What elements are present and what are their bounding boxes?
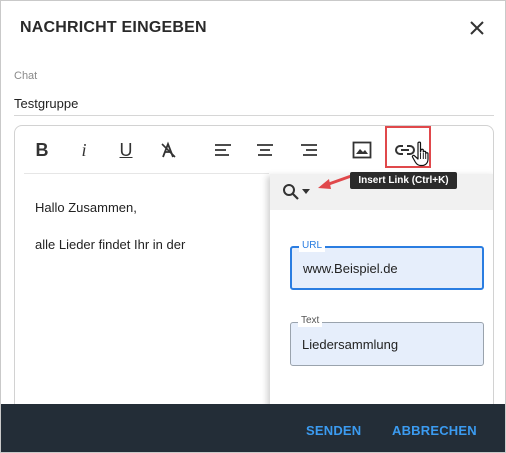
- clear-format-button[interactable]: [154, 136, 182, 164]
- clear-format-icon: [161, 141, 176, 158]
- url-input[interactable]: [303, 248, 473, 288]
- chevron-down-icon: [302, 189, 310, 194]
- dialog-title: NACHRICHT EINGEBEN: [20, 19, 207, 36]
- chat-select[interactable]: Testgruppe: [14, 96, 78, 111]
- editor-text-line-2: alle Lieder findet Ihr in der: [35, 237, 186, 252]
- close-icon: [470, 21, 484, 35]
- dialog-footer: SENDEN ABBRECHEN: [1, 404, 505, 452]
- chat-underline: [14, 115, 494, 116]
- message-dialog: NACHRICHT EINGEBEN Chat Testgruppe B i U: [0, 0, 506, 453]
- message-editor[interactable]: B i U Hallo Zusammen, alle Lieder findet…: [14, 125, 494, 425]
- text-field[interactable]: Text: [290, 315, 484, 366]
- search-dropdown-button[interactable]: [282, 180, 316, 204]
- editor-text-line-1: Hallo Zusammen,: [35, 200, 137, 215]
- align-center-button[interactable]: [251, 136, 279, 164]
- image-icon: [352, 141, 372, 159]
- url-field[interactable]: URL: [290, 240, 484, 290]
- bold-button[interactable]: B: [28, 136, 56, 164]
- chat-label: Chat: [14, 70, 38, 82]
- align-right-icon: [301, 144, 317, 156]
- align-left-button[interactable]: [209, 136, 237, 164]
- align-right-button[interactable]: [295, 136, 323, 164]
- search-icon: [283, 184, 299, 200]
- text-input[interactable]: [302, 323, 472, 365]
- underline-button[interactable]: U: [112, 136, 140, 164]
- insert-link-panel: URL Text: [270, 174, 493, 424]
- italic-button[interactable]: i: [70, 136, 98, 164]
- align-left-icon: [215, 144, 231, 156]
- insert-link-tooltip: Insert Link (Ctrl+K): [350, 172, 457, 189]
- insert-image-button[interactable]: [348, 136, 376, 164]
- toolbar-divider: [24, 173, 269, 174]
- align-center-icon: [257, 144, 273, 156]
- cancel-button[interactable]: ABBRECHEN: [392, 423, 477, 438]
- send-button[interactable]: SENDEN: [306, 423, 361, 438]
- hand-cursor-icon: [411, 141, 429, 167]
- close-button[interactable]: [463, 14, 491, 42]
